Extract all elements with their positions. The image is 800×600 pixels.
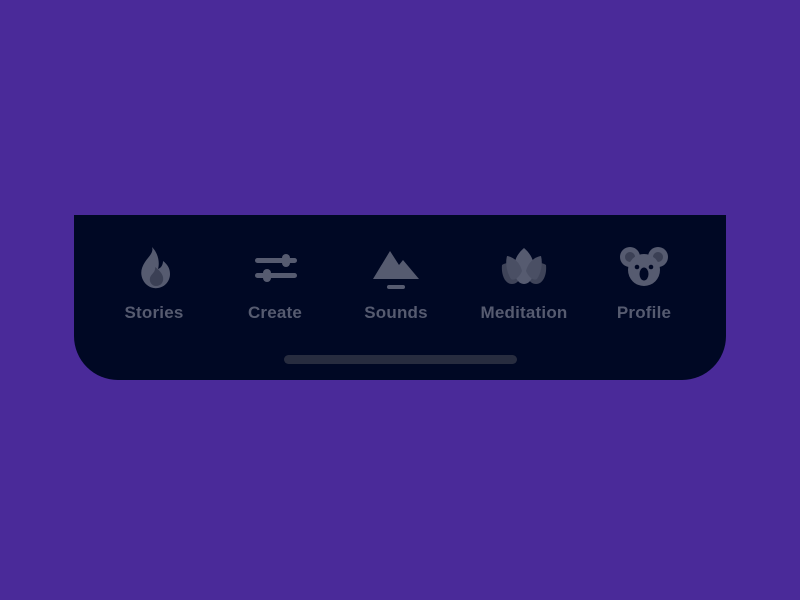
tab-sounds[interactable]: Sounds <box>331 243 461 333</box>
home-indicator[interactable] <box>284 355 517 364</box>
tab-meditation[interactable]: Meditation <box>459 243 589 333</box>
lotus-icon <box>501 248 547 284</box>
tab-label: Sounds <box>364 303 428 322</box>
sliders-icon <box>255 254 297 282</box>
tab-label: Stories <box>124 303 184 322</box>
tab-create[interactable]: Create <box>210 243 340 333</box>
koala-icon <box>620 247 668 286</box>
tab-profile[interactable]: Profile <box>579 243 709 333</box>
tab-label: Meditation <box>480 303 568 322</box>
mountain-icon <box>373 251 419 289</box>
tab-bar: Stories Create Sounds Meditation Profile <box>74 215 726 345</box>
tab-label: Profile <box>616 303 672 322</box>
tab-label: Create <box>247 303 303 322</box>
tab-stories[interactable]: Stories <box>89 243 219 333</box>
flame-icon <box>141 247 170 289</box>
phone-bottom-panel: Stories Create Sounds Meditation Profile <box>74 215 726 380</box>
